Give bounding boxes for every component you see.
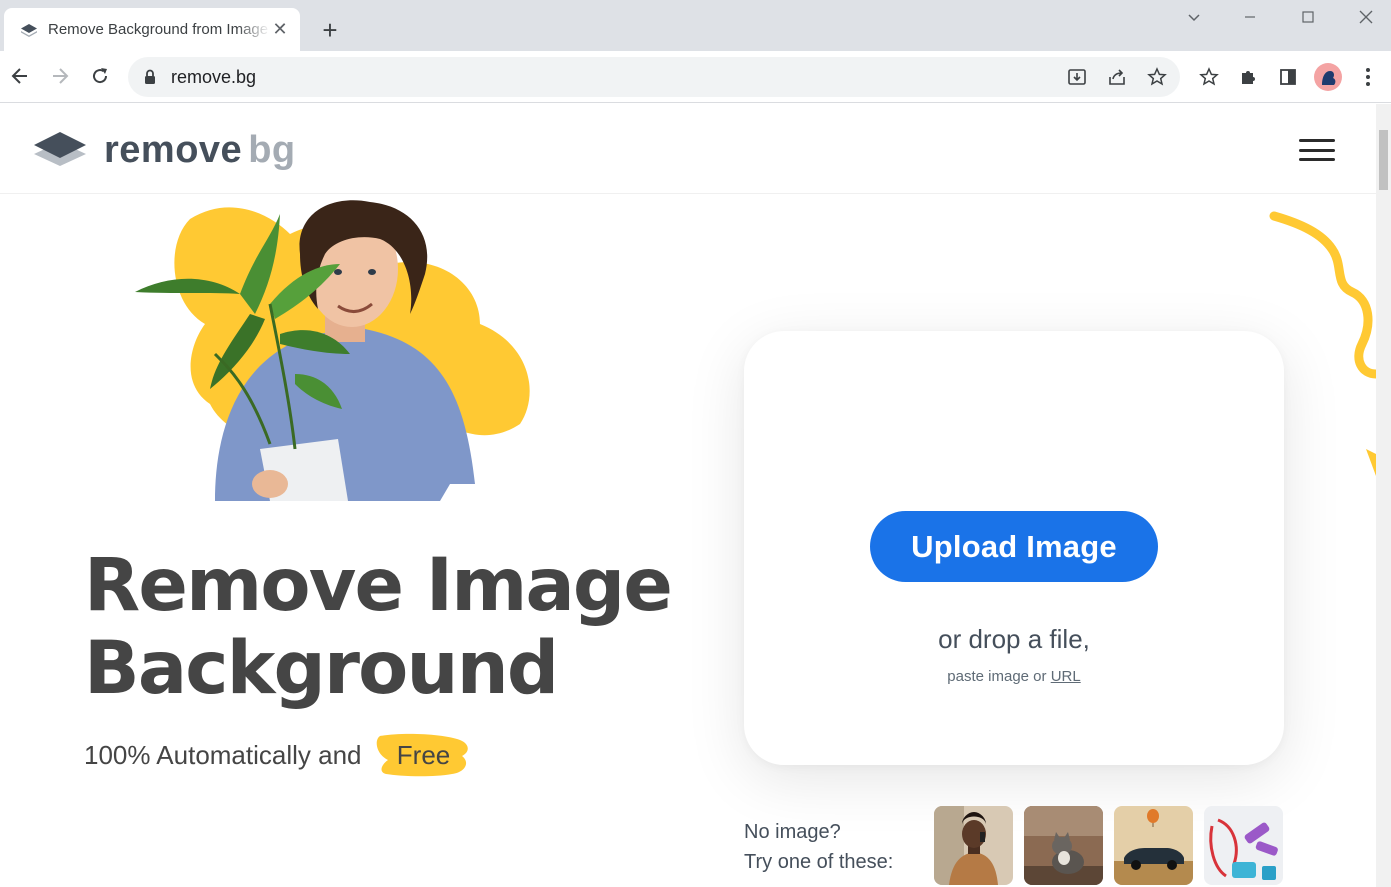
tab-search-icon[interactable] [1171,0,1217,34]
sample-thumbnail-fitness[interactable] [1204,806,1283,885]
paste-hint-text: paste image or [947,668,1047,685]
minimize-icon[interactable] [1227,0,1273,34]
browser-menu-icon[interactable] [1354,63,1382,91]
tab-title: Remove Background from Image [48,21,269,38]
sample-prompt-line-2: Try one of these: [744,851,894,873]
reload-icon[interactable] [85,61,115,91]
install-app-icon[interactable] [1065,65,1089,89]
paste-hint: paste image or URL [744,668,1284,685]
free-badge: Free [374,732,470,778]
site-header: remove bg [0,104,1376,194]
address-bar[interactable]: remove.bg [128,57,1180,97]
sample-thumbnail-car[interactable] [1114,806,1193,885]
layers-logo-icon [34,132,86,166]
free-badge-text: Free [396,739,451,770]
maximize-icon[interactable] [1285,0,1331,34]
tagline-text: 100% Automatically and [84,739,362,770]
removebg-favicon-icon [21,23,37,37]
upload-image-button[interactable]: Upload Image [870,511,1158,582]
logo-word-bg: bg [248,129,296,171]
profile-avatar[interactable] [1314,63,1342,91]
lock-icon [145,69,155,84]
page-scrollbar[interactable] [1376,104,1391,887]
drop-file-text: or drop a file, [938,624,1090,654]
url-text: remove.bg [171,67,257,87]
logo-wordmark: remove bg [104,131,296,169]
sample-prompt-line-1: No image? [744,821,841,843]
hero-person-with-plant-image [135,200,530,501]
logo-word-remove: remove [104,129,243,171]
bookmark-star-icon[interactable] [1145,65,1169,89]
removebg-logo[interactable]: remove bg [32,130,296,170]
browser-toolbar: remove.bg [0,51,1391,103]
browser-tab-bar: Remove Background from Image ✕ + [0,0,1391,51]
side-panel-icon[interactable] [1274,63,1302,91]
sample-thumbnail-person[interactable] [934,806,1013,885]
reading-list-star-icon[interactable] [1195,63,1223,91]
url-link[interactable]: URL [1051,668,1081,685]
upload-card[interactable]: Upload Image or drop a file, paste image… [744,331,1284,765]
back-arrow-icon[interactable] [5,61,35,91]
title-line-1: Remove Image [84,543,673,628]
scrollbar-thumb[interactable] [1379,130,1388,190]
page-viewport: remove bg Remove Image Background 100% A… [0,104,1376,887]
sample-thumbnail-cat[interactable] [1024,806,1103,885]
sample-prompt: No image? Try one of these: [744,817,893,877]
share-icon[interactable] [1105,65,1129,89]
title-line-2: Background [84,626,559,711]
forward-arrow-icon[interactable] [45,61,75,91]
new-tab-icon[interactable]: + [316,16,344,44]
close-window-icon[interactable] [1343,0,1389,34]
extensions-puzzle-icon[interactable] [1234,63,1262,91]
tab-close-icon[interactable]: ✕ [270,19,290,40]
hamburger-menu-icon[interactable] [1299,139,1335,161]
browser-tab[interactable]: Remove Background from Image ✕ [4,8,300,51]
tagline: 100% Automatically and Free [84,732,470,778]
page-title: Remove Image Background [84,543,673,711]
